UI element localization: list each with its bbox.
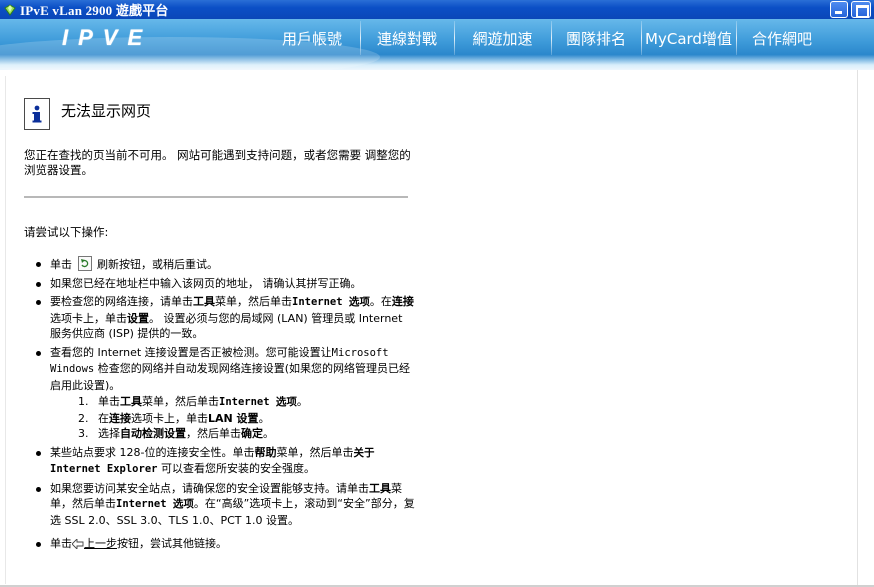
list-item: 某些站点要求 128-位的连接安全性。单击帮助菜单，然后单击关于 Interne… <box>36 445 416 478</box>
minimize-button[interactable] <box>830 1 848 18</box>
list-item: 单击 上一步按钮，尝试其他链接。 <box>36 536 416 554</box>
suggestion-list: 单击 刷新按钮，或稍后重试。 如果您已经在地址栏中输入该网页的地址， 请确认其拼… <box>36 256 416 557</box>
site-header: IPVE 用戶帳號 連線對戰 網遊加速 團隊排名 MyCard增值 合作網吧 <box>0 19 874 70</box>
nav-user-account[interactable]: 用戶帳號 <box>264 19 360 57</box>
back-link[interactable]: 上一步 <box>84 537 117 550</box>
divider <box>24 196 408 198</box>
info-icon <box>24 98 50 130</box>
list-item: 要检查您的网络连接，请单击工具菜单，然后单击Internet 选项。在连接选项卡… <box>36 294 416 342</box>
try-heading: 请尝试以下操作: <box>24 225 109 239</box>
nav-game-acceleration[interactable]: 網遊加速 <box>454 19 551 57</box>
nav-partner-cafes[interactable]: 合作網吧 <box>736 19 828 57</box>
app-icon <box>3 3 17 17</box>
list-item: 查看您的 Internet 连接设置是否正被检测。您可能设置让Microsoft… <box>36 345 416 442</box>
back-arrow-icon <box>71 537 84 554</box>
right-frame-edge <box>857 70 874 587</box>
refresh-icon <box>77 256 92 271</box>
logo-text: IPVE <box>62 25 153 50</box>
error-description: 您正在查找的页当前不可用。 网站可能遇到支持问题，或者您需要 调整您的浏览器设置… <box>24 148 411 177</box>
list-item: 如果您要访问某安全站点，请确保您的安全设置能够支持。请单击工具菜单，然后单击In… <box>36 481 416 529</box>
substep-list: 1. 单击工具菜单，然后单击Internet 选项。 2. 在连接选项卡上，单击… <box>78 394 416 442</box>
window-title: IPvE vLan 2900 遊戲平台 <box>20 3 169 18</box>
error-page: 无法显示网页 您正在查找的页当前不可用。 网站可能遇到支持问题，或者您需要 调整… <box>5 76 857 584</box>
substep-item: 3. 选择自动检测设置，然后单击确定。 <box>78 427 274 440</box>
list-item: 如果您已经在地址栏中输入该网页的地址， 请确认其拼写正确。 <box>36 276 416 292</box>
nav-online-battle[interactable]: 連線對戰 <box>360 19 454 57</box>
nav-team-ranking[interactable]: 團隊排名 <box>551 19 641 57</box>
maximize-button[interactable] <box>851 1 871 18</box>
nav-mycard-topup[interactable]: MyCard增值 <box>641 19 736 57</box>
substep-item: 1. 单击工具菜单，然后单击Internet 选项。 <box>78 395 308 408</box>
main-nav: 用戶帳號 連線對戰 網遊加速 團隊排名 MyCard增值 合作網吧 <box>264 19 828 59</box>
window-titlebar: IPvE vLan 2900 遊戲平台 <box>0 0 874 19</box>
substep-item: 2. 在连接选项卡上，单击LAN 设置。 <box>78 411 270 425</box>
page-title: 无法显示网页 <box>61 102 152 120</box>
list-item: 单击 刷新按钮，或稍后重试。 <box>36 256 416 273</box>
ipve-logo[interactable]: IPVE <box>62 25 153 50</box>
